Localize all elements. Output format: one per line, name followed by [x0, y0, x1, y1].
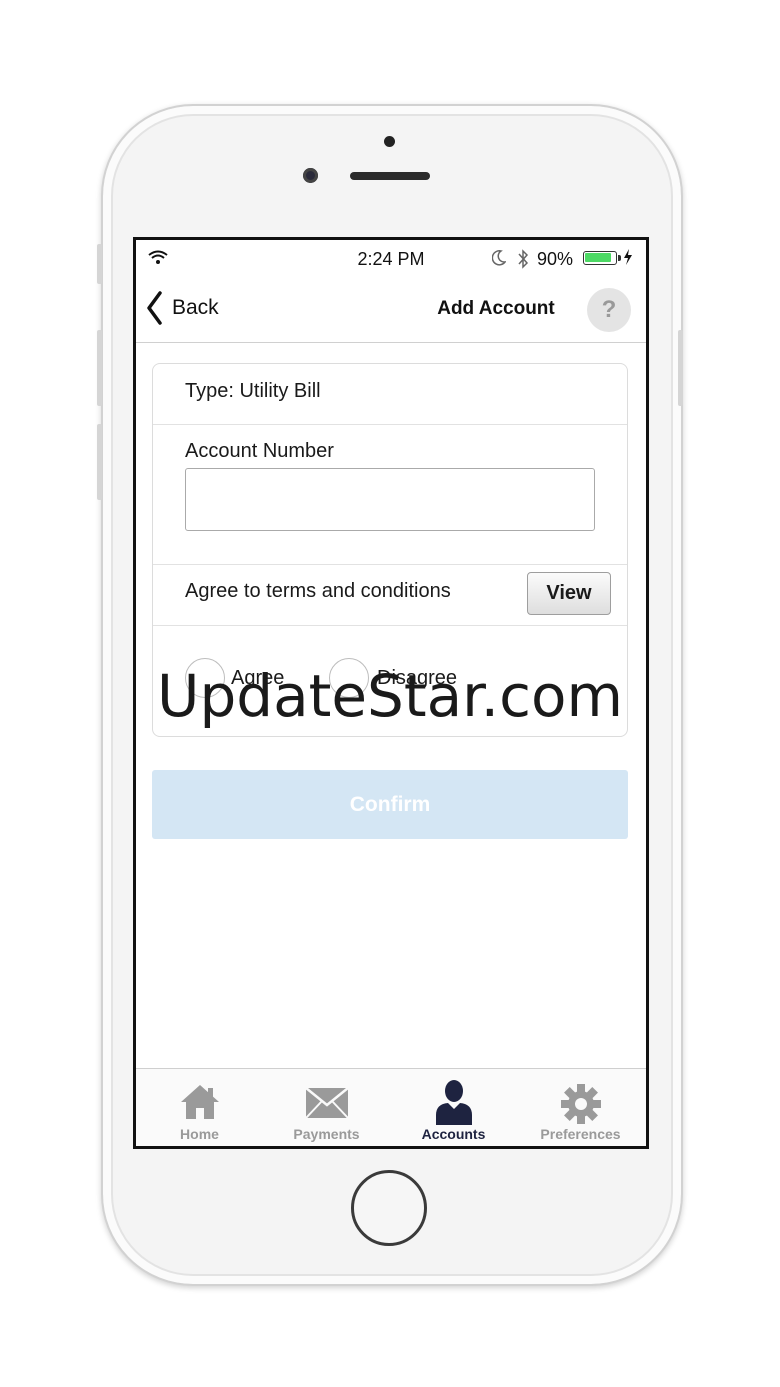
chevron-left-icon	[147, 291, 162, 325]
back-label: Back	[172, 296, 219, 319]
gear-icon	[560, 1084, 601, 1124]
account-number-input[interactable]	[185, 468, 595, 531]
front-camera	[303, 168, 318, 183]
envelope-icon	[304, 1087, 349, 1119]
moon-icon	[492, 250, 506, 266]
tab-home[interactable]: Home	[136, 1069, 263, 1146]
terms-label: Agree to terms and conditions	[185, 580, 451, 602]
type-row: Type: Utility Bill	[153, 364, 627, 425]
home-icon	[180, 1085, 219, 1119]
back-button[interactable]: Back	[146, 288, 219, 328]
view-terms-button[interactable]: View	[527, 572, 611, 615]
proximity-sensor	[384, 136, 395, 147]
home-button[interactable]	[351, 1170, 427, 1246]
volume-up-button	[97, 330, 102, 406]
page-title: Add Account	[437, 298, 555, 319]
tab-payments[interactable]: Payments	[263, 1069, 390, 1146]
tab-accounts-label: Accounts	[421, 1126, 486, 1142]
navigation-bar: Back Add Account ?	[136, 276, 646, 343]
battery-icon	[583, 251, 621, 265]
battery-percent: 90%	[537, 249, 574, 269]
bluetooth-icon	[518, 249, 529, 269]
power-button	[678, 330, 683, 406]
account-number-row: Account Number	[153, 424, 627, 565]
help-button[interactable]: ?	[587, 288, 631, 332]
account-type-label: Type: Utility Bill	[185, 380, 321, 402]
charging-icon	[624, 249, 632, 265]
user-icon	[435, 1080, 472, 1125]
tab-bar: Home Payments Accounts Preferences	[136, 1068, 646, 1146]
terms-row: Agree to terms and conditions View	[153, 564, 627, 626]
volume-down-button	[97, 424, 102, 500]
tab-payments-label: Payments	[293, 1126, 360, 1142]
status-bar: 2:24 PM 90%	[136, 240, 646, 274]
tab-accounts[interactable]: Accounts	[390, 1069, 517, 1146]
watermark: UpdateStar.com	[157, 662, 623, 730]
tab-home-label: Home	[180, 1126, 219, 1142]
silent-switch	[97, 244, 102, 284]
tab-preferences[interactable]: Preferences	[517, 1069, 644, 1146]
earpiece-speaker	[350, 172, 430, 180]
tab-preferences-label: Preferences	[540, 1126, 621, 1142]
confirm-button[interactable]: Confirm	[152, 770, 628, 839]
account-number-label: Account Number	[185, 440, 334, 462]
